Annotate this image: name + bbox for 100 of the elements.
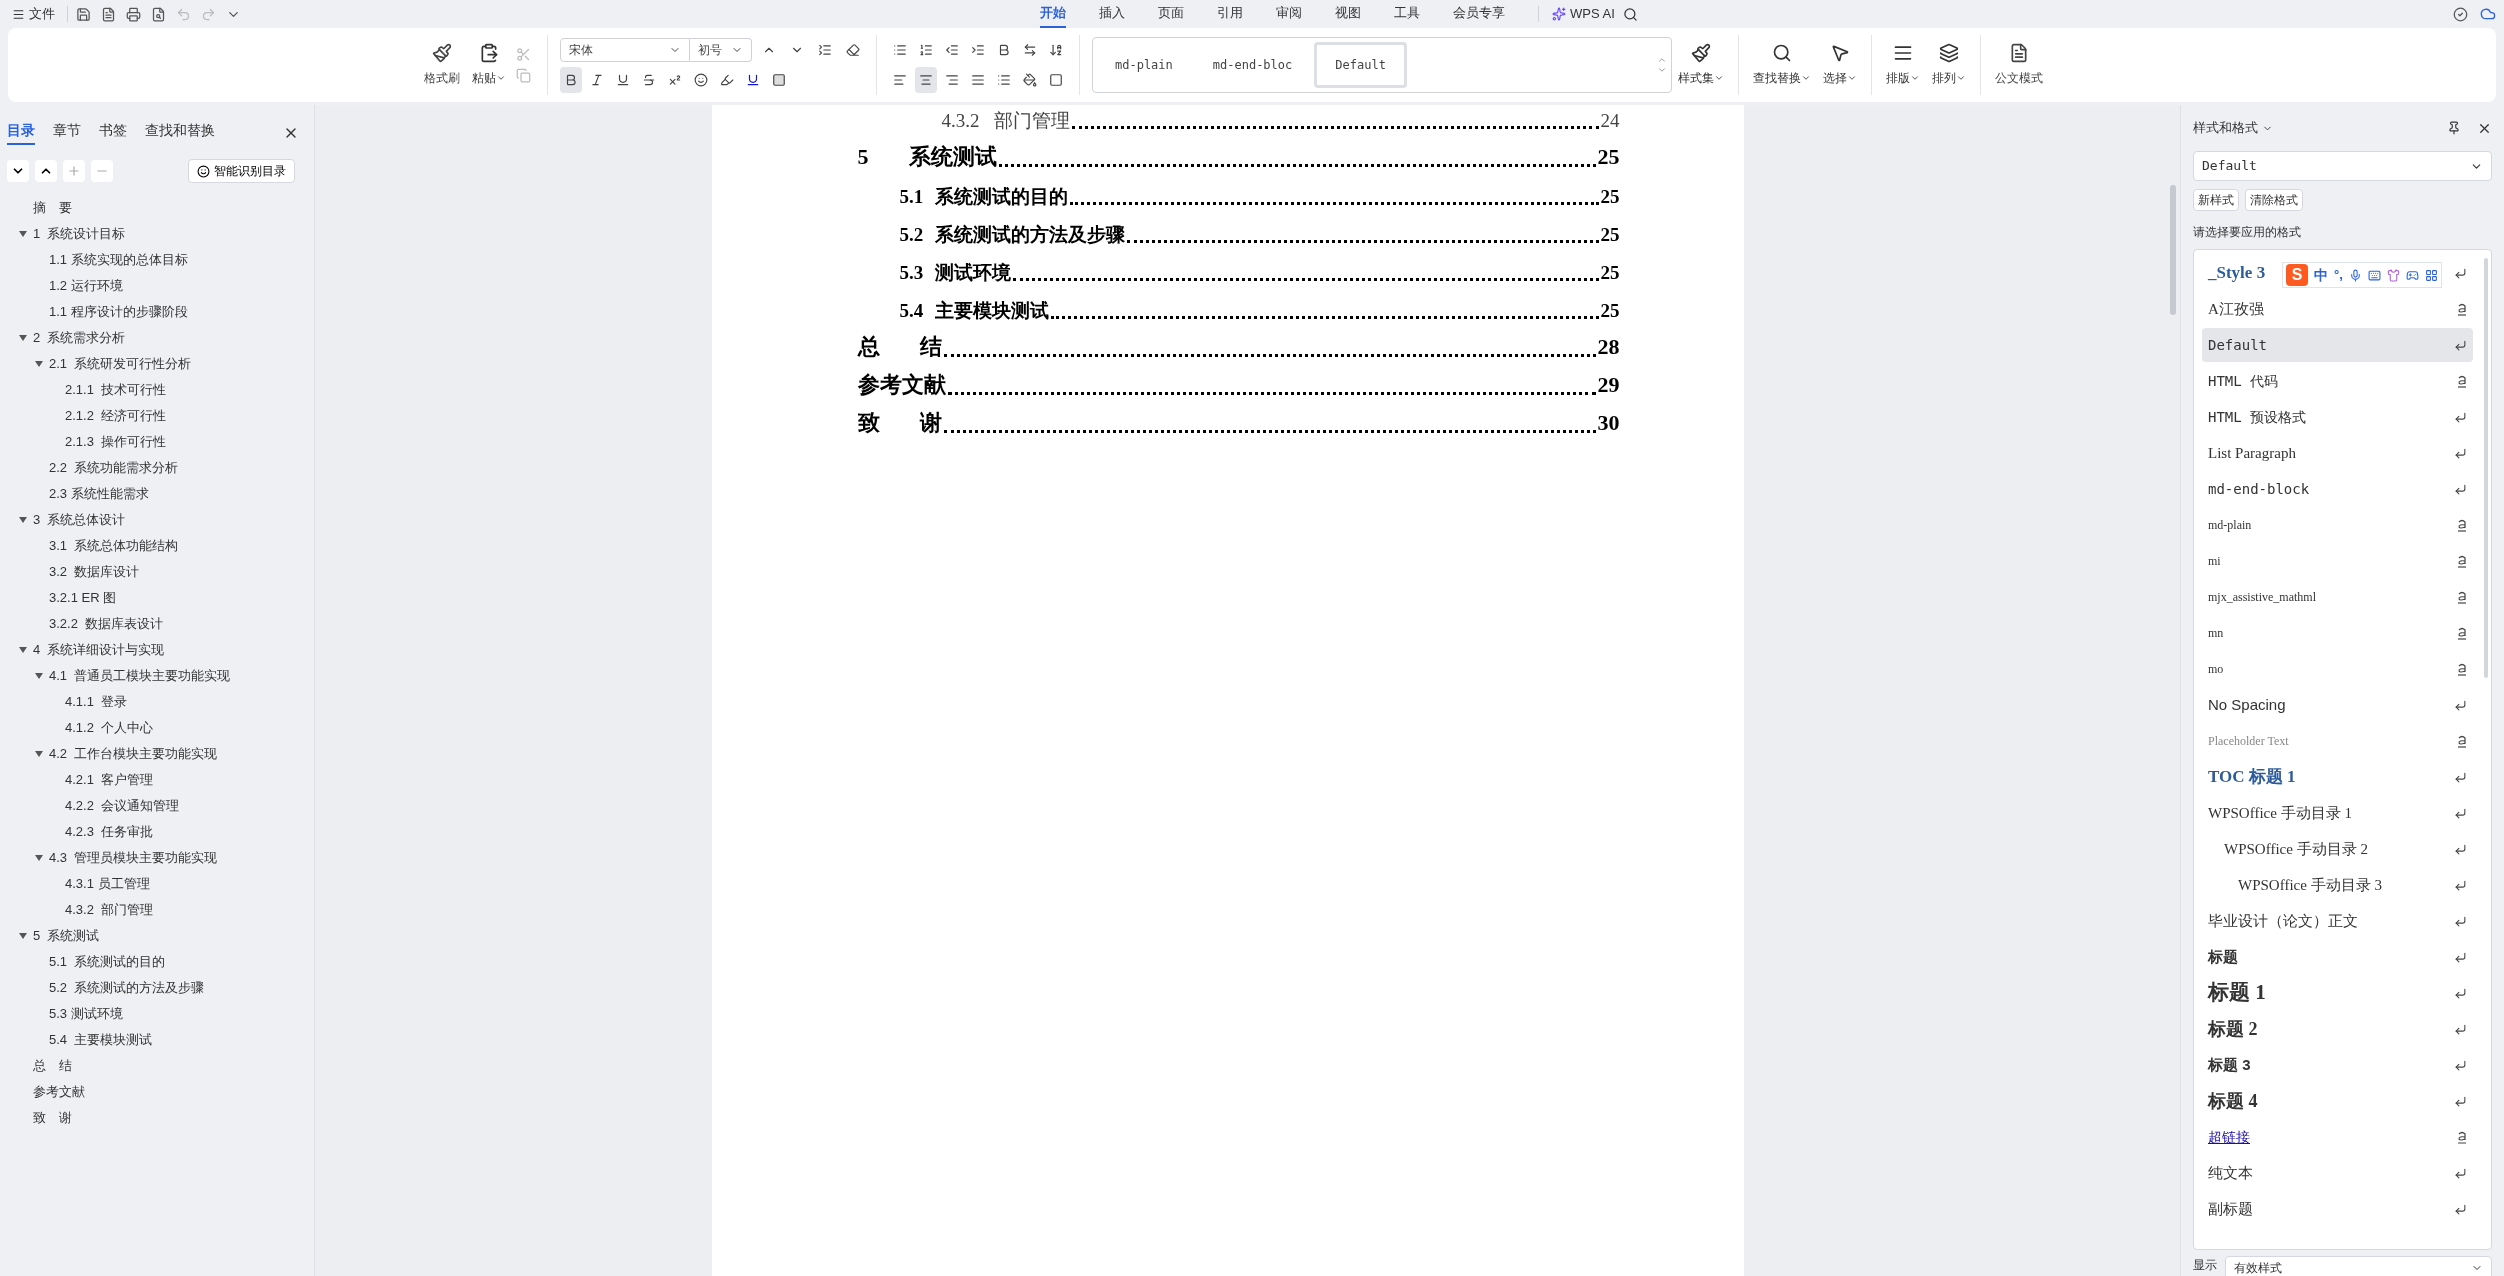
outline-item[interactable]: 5.1 系统测试的目的 bbox=[49, 952, 166, 972]
outline-item[interactable]: 3.1 系统总体功能结构 bbox=[49, 536, 179, 556]
expanded-triangle-icon[interactable] bbox=[19, 932, 27, 940]
select-button[interactable]: 选择 bbox=[1817, 34, 1863, 96]
ribbon-tab[interactable]: 插入 bbox=[1099, 0, 1125, 28]
style-preset[interactable]: md-end-bloc bbox=[1194, 42, 1311, 88]
outline-item[interactable]: 5.4 主要模块测试 bbox=[49, 1030, 153, 1050]
ribbon-tab[interactable]: 会员专享 bbox=[1453, 0, 1505, 28]
outline-item[interactable]: 摘 要 bbox=[33, 198, 72, 218]
outline-item[interactable]: 4.2.2 会议通知管理 bbox=[65, 796, 180, 816]
style-label[interactable]: TOC 标题 1 bbox=[2208, 764, 2296, 790]
panel-tab[interactable]: 章节 bbox=[53, 120, 81, 145]
style-label[interactable]: No Spacing bbox=[2208, 693, 2286, 717]
outline-item[interactable]: 4.2.1 客户管理 bbox=[65, 770, 154, 790]
style-label[interactable]: mi bbox=[2208, 552, 2221, 570]
style-label[interactable]: _Style 3 bbox=[2208, 260, 2266, 286]
expand-down-button[interactable] bbox=[7, 160, 29, 182]
style-label[interactable]: md-end-block bbox=[2208, 478, 2310, 500]
style-label[interactable]: 标题 2 bbox=[2208, 1015, 2258, 1043]
layout-button[interactable]: 排版 bbox=[1880, 34, 1926, 96]
panel-tab[interactable]: 目录 bbox=[7, 120, 35, 145]
outline-item[interactable]: 3.2 数据库设计 bbox=[49, 562, 140, 582]
outline-item[interactable]: 2.2 系统功能需求分析 bbox=[49, 458, 179, 478]
punctuation-toggle[interactable]: °, bbox=[2334, 265, 2343, 285]
expanded-triangle-icon[interactable] bbox=[35, 672, 43, 680]
outline-item[interactable]: 4.1 普通员工模块主要功能实现 bbox=[49, 666, 231, 686]
format-painter-button[interactable]: 格式刷 bbox=[418, 34, 466, 96]
find-replace-button[interactable]: 查找替换 bbox=[1747, 34, 1817, 96]
outline-item[interactable]: 4.3.2 部门管理 bbox=[65, 900, 154, 920]
style-label[interactable]: mn bbox=[2208, 624, 2224, 642]
style-label[interactable]: 纯文本 bbox=[2208, 1161, 2253, 1185]
arrange-button[interactable]: 排列 bbox=[1926, 34, 1972, 96]
wps-ai-button[interactable]: WPS AI bbox=[1552, 4, 1615, 24]
outline-item[interactable]: 4.1.1 登录 bbox=[65, 692, 128, 712]
font-size-select[interactable]: 初号 bbox=[690, 38, 752, 62]
show-filter-select[interactable]: 有效样式 bbox=[2225, 1256, 2492, 1276]
style-label[interactable]: mo bbox=[2208, 660, 2224, 678]
expanded-triangle-icon[interactable] bbox=[35, 360, 43, 368]
style-label[interactable]: 超链接 bbox=[2208, 1126, 2250, 1148]
paste-button[interactable]: 粘贴 bbox=[466, 34, 512, 96]
style-label[interactable]: 标题 1 bbox=[2208, 977, 2266, 1009]
official-mode-button[interactable]: 公文模式 bbox=[1989, 34, 2049, 96]
expanded-triangle-icon[interactable] bbox=[19, 230, 27, 238]
style-label[interactable]: mjx_assistive_mathml bbox=[2208, 588, 2316, 606]
expanded-triangle-icon[interactable] bbox=[19, 516, 27, 524]
style-label[interactable]: List Paragraph bbox=[2208, 441, 2296, 465]
expanded-triangle-icon[interactable] bbox=[35, 750, 43, 758]
style-label[interactable]: 标题 4 bbox=[2208, 1087, 2258, 1115]
outline-item[interactable]: 5 系统测试 bbox=[33, 926, 100, 946]
style-preset[interactable]: md-plain bbox=[1097, 42, 1191, 88]
style-preset[interactable]: Default bbox=[1314, 42, 1407, 88]
outline-item[interactable]: 2.1.3 操作可行性 bbox=[65, 432, 167, 452]
panel-tab[interactable]: 查找和替换 bbox=[145, 120, 215, 145]
outline-item[interactable]: 致 谢 bbox=[33, 1108, 72, 1128]
input-mode-toggle[interactable]: 中 bbox=[2314, 264, 2328, 286]
style-label[interactable]: A江孜强 bbox=[2208, 297, 2264, 321]
outline-item[interactable]: 2.3 系统性能需求 bbox=[49, 484, 149, 504]
ribbon-tab[interactable]: 审阅 bbox=[1276, 0, 1302, 28]
outline-item[interactable]: 1 系统设计目标 bbox=[33, 224, 126, 244]
outline-item[interactable]: 4.3.1 员工管理 bbox=[65, 874, 150, 894]
outline-item[interactable]: 参考文献 bbox=[33, 1082, 85, 1102]
expanded-triangle-icon[interactable] bbox=[19, 646, 27, 654]
style-label[interactable]: 毕业设计（论文）正文 bbox=[2208, 909, 2358, 933]
selected-style-item[interactable]: Default bbox=[2202, 328, 2473, 362]
expanded-triangle-icon[interactable] bbox=[35, 854, 43, 862]
outline-item[interactable]: 4.1.2 个人中心 bbox=[65, 718, 154, 738]
outline-item[interactable]: 3.2.1 ER 图 bbox=[49, 588, 117, 608]
outline-item[interactable]: 2.1 系统研发可行性分析 bbox=[49, 354, 192, 374]
outline-item[interactable]: 1.1 程序设计的步骤阶段 bbox=[49, 302, 188, 322]
style-label[interactable]: 标题 3 bbox=[2208, 1053, 2251, 1077]
style-label[interactable]: HTML 预设格式 bbox=[2208, 406, 2307, 428]
file-menu-button[interactable]: 文件 bbox=[8, 4, 59, 24]
outline-item[interactable]: 2.1.1 技术可行性 bbox=[65, 380, 167, 400]
ribbon-tab[interactable]: 视图 bbox=[1335, 0, 1361, 28]
outline-item[interactable]: 4 系统详细设计与实现 bbox=[33, 640, 165, 660]
clear-format-button[interactable]: 清除格式 bbox=[2245, 189, 2303, 211]
expanded-triangle-icon[interactable] bbox=[19, 334, 27, 342]
ribbon-tab[interactable]: 工具 bbox=[1394, 0, 1420, 28]
style-label[interactable]: Placeholder Text bbox=[2208, 732, 2289, 750]
outline-item[interactable]: 4.2.3 任务审批 bbox=[65, 822, 154, 842]
outline-item[interactable]: 1.1 系统实现的总体目标 bbox=[49, 250, 188, 270]
panel-title[interactable]: 样式和格式 bbox=[2193, 118, 2273, 138]
style-label[interactable]: 标题 bbox=[2208, 945, 2238, 969]
ribbon-tab[interactable]: 页面 bbox=[1158, 0, 1184, 28]
outline-item[interactable]: 4.2 工作台模块主要功能实现 bbox=[49, 744, 218, 764]
style-label[interactable]: Default bbox=[2208, 334, 2267, 356]
style-set-button[interactable]: 样式集 bbox=[1672, 34, 1730, 96]
panel-tab[interactable]: 书签 bbox=[99, 120, 127, 145]
style-label[interactable]: 副标题 bbox=[2208, 1197, 2253, 1221]
ribbon-tab[interactable]: 引用 bbox=[1217, 0, 1243, 28]
collapse-up-button[interactable] bbox=[35, 160, 57, 182]
outline-item[interactable]: 4.3 管理员模块主要功能实现 bbox=[49, 848, 218, 868]
outline-item[interactable]: 5.2 系统测试的方法及步骤 bbox=[49, 978, 205, 998]
new-style-button[interactable]: 新样式 bbox=[2193, 189, 2239, 211]
outline-item[interactable]: 2.1.2 经济可行性 bbox=[65, 406, 167, 426]
style-label[interactable]: md-plain bbox=[2208, 516, 2252, 534]
align-center-button[interactable] bbox=[915, 67, 937, 93]
bold-button[interactable] bbox=[560, 67, 582, 93]
font-select[interactable]: 宋体 bbox=[560, 38, 690, 62]
style-label[interactable]: WPSOffice 手动目录 1 bbox=[2208, 801, 2352, 825]
